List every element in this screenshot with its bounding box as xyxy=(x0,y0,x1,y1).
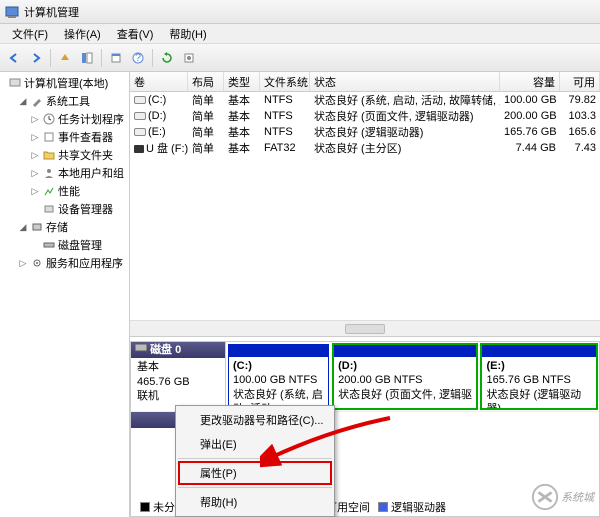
usb-icon xyxy=(134,145,144,153)
collapse-icon[interactable]: ◢ xyxy=(18,96,28,107)
nav-tree: 计算机管理(本地) ◢ 系统工具 ▷ 任务计划程序 ▷ 事件查看器 ▷ 共享文件… xyxy=(0,72,130,517)
expand-icon[interactable]: ▷ xyxy=(30,114,40,125)
table-row[interactable]: (C:)简单基本NTFS状态良好 (系统, 启动, 活动, 故障转储, 主分区)… xyxy=(130,92,600,108)
settings-button[interactable] xyxy=(179,48,199,68)
window-title: 计算机管理 xyxy=(24,4,79,20)
tree-storage[interactable]: ◢ 存储 xyxy=(2,218,127,236)
tree-root[interactable]: 计算机管理(本地) xyxy=(2,74,127,92)
volume-list-header: 卷 布局 类型 文件系统 状态 容量 可用 xyxy=(130,72,600,92)
device-icon xyxy=(42,202,56,216)
expand-icon[interactable]: ▷ xyxy=(30,132,40,143)
menu-change-drive-letter[interactable]: 更改驱动器号和路径(C)... xyxy=(178,408,332,432)
app-icon xyxy=(4,4,20,20)
tree-disk-management[interactable]: ▷ 磁盘管理 xyxy=(2,236,127,254)
menu-help[interactable]: 帮助(H) xyxy=(161,24,214,44)
disk-icon xyxy=(42,238,56,252)
context-menu: 更改驱动器号和路径(C)... 弹出(E) 属性(P) 帮助(H) xyxy=(175,405,335,517)
volume-icon xyxy=(134,128,146,136)
tree-system-tools[interactable]: ◢ 系统工具 xyxy=(2,92,127,110)
computer-icon xyxy=(8,76,22,90)
show-hide-button[interactable] xyxy=(77,48,97,68)
horizontal-scrollbar[interactable] xyxy=(130,320,600,336)
clock-icon xyxy=(42,112,56,126)
svg-text:?: ? xyxy=(135,52,141,64)
back-button[interactable] xyxy=(4,48,24,68)
up-button[interactable] xyxy=(55,48,75,68)
users-icon xyxy=(42,166,56,180)
menu-action[interactable]: 操作(A) xyxy=(56,24,109,44)
volume-list: 卷 布局 类型 文件系统 状态 容量 可用 (C:)简单基本NTFS状态良好 (… xyxy=(130,72,600,337)
menu-file[interactable]: 文件(F) xyxy=(4,24,56,44)
col-status[interactable]: 状态 xyxy=(310,72,500,91)
col-layout[interactable]: 布局 xyxy=(188,72,224,91)
watermark-logo-icon xyxy=(531,483,559,511)
col-filesystem[interactable]: 文件系统 xyxy=(260,72,310,91)
menu-view[interactable]: 查看(V) xyxy=(109,24,162,44)
col-available[interactable]: 可用 xyxy=(560,72,600,91)
tree-local-users[interactable]: ▷ 本地用户和组 xyxy=(2,164,127,182)
col-volume[interactable]: 卷 xyxy=(130,72,188,91)
table-row[interactable]: (D:)简单基本NTFS状态良好 (页面文件, 逻辑驱动器)200.00 GB1… xyxy=(130,108,600,124)
help-button[interactable]: ? xyxy=(128,48,148,68)
tree-performance[interactable]: ▷ 性能 xyxy=(2,182,127,200)
volume-icon xyxy=(134,96,146,104)
menu-bar: 文件(F) 操作(A) 查看(V) 帮助(H) xyxy=(0,24,600,44)
disk-0-label[interactable]: 磁盘 0 基本 465.76 GB 联机 xyxy=(131,342,226,411)
disk-0-row: 磁盘 0 基本 465.76 GB 联机 (C:)100.00 GB NTFS状… xyxy=(131,342,599,412)
forward-button[interactable] xyxy=(26,48,46,68)
hdd-icon xyxy=(135,343,147,357)
expand-icon[interactable]: ▷ xyxy=(30,150,40,161)
tools-icon xyxy=(30,94,44,108)
expand-icon[interactable]: ▷ xyxy=(30,168,40,179)
menu-properties[interactable]: 属性(P) xyxy=(178,461,332,485)
tree-task-scheduler[interactable]: ▷ 任务计划程序 xyxy=(2,110,127,128)
tree-services[interactable]: ▷ 服务和应用程序 xyxy=(2,254,127,272)
volume-icon xyxy=(134,112,146,120)
tree-event-viewer[interactable]: ▷ 事件查看器 xyxy=(2,128,127,146)
toolbar: ? xyxy=(0,44,600,72)
perf-icon xyxy=(42,184,56,198)
tree-device-manager[interactable]: ▷ 设备管理器 xyxy=(2,200,127,218)
col-type[interactable]: 类型 xyxy=(224,72,260,91)
menu-eject[interactable]: 弹出(E) xyxy=(178,432,332,456)
partition-D[interactable]: (D:)200.00 GB NTFS状态良好 (页面文件, 逻辑驱 xyxy=(333,344,477,409)
folder-icon xyxy=(42,148,56,162)
event-icon xyxy=(42,130,56,144)
partition-E[interactable]: (E:)165.76 GB NTFS状态良好 (逻辑驱动器) xyxy=(481,344,597,409)
partition-C[interactable]: (C:)100.00 GB NTFS状态良好 (系统, 启动, 活动 xyxy=(228,344,329,409)
gear-icon xyxy=(30,256,44,270)
storage-icon xyxy=(30,220,44,234)
watermark: 系统城 xyxy=(531,483,594,511)
collapse-icon[interactable]: ◢ xyxy=(18,222,28,233)
menu-help[interactable]: 帮助(H) xyxy=(178,490,332,514)
menu-separator xyxy=(178,458,332,459)
title-bar: 计算机管理 xyxy=(0,0,600,24)
col-capacity[interactable]: 容量 xyxy=(500,72,560,91)
table-row[interactable]: U 盘 (F:)简单基本FAT32状态良好 (主分区)7.44 GB7.43 xyxy=(130,140,600,156)
refresh-button[interactable] xyxy=(157,48,177,68)
table-row[interactable]: (E:)简单基本NTFS状态良好 (逻辑驱动器)165.76 GB165.6 xyxy=(130,124,600,140)
expand-icon[interactable]: ▷ xyxy=(30,186,40,197)
properties-button[interactable] xyxy=(106,48,126,68)
tree-shared-folders[interactable]: ▷ 共享文件夹 xyxy=(2,146,127,164)
expand-icon[interactable]: ▷ xyxy=(18,258,28,269)
menu-separator xyxy=(178,487,332,488)
